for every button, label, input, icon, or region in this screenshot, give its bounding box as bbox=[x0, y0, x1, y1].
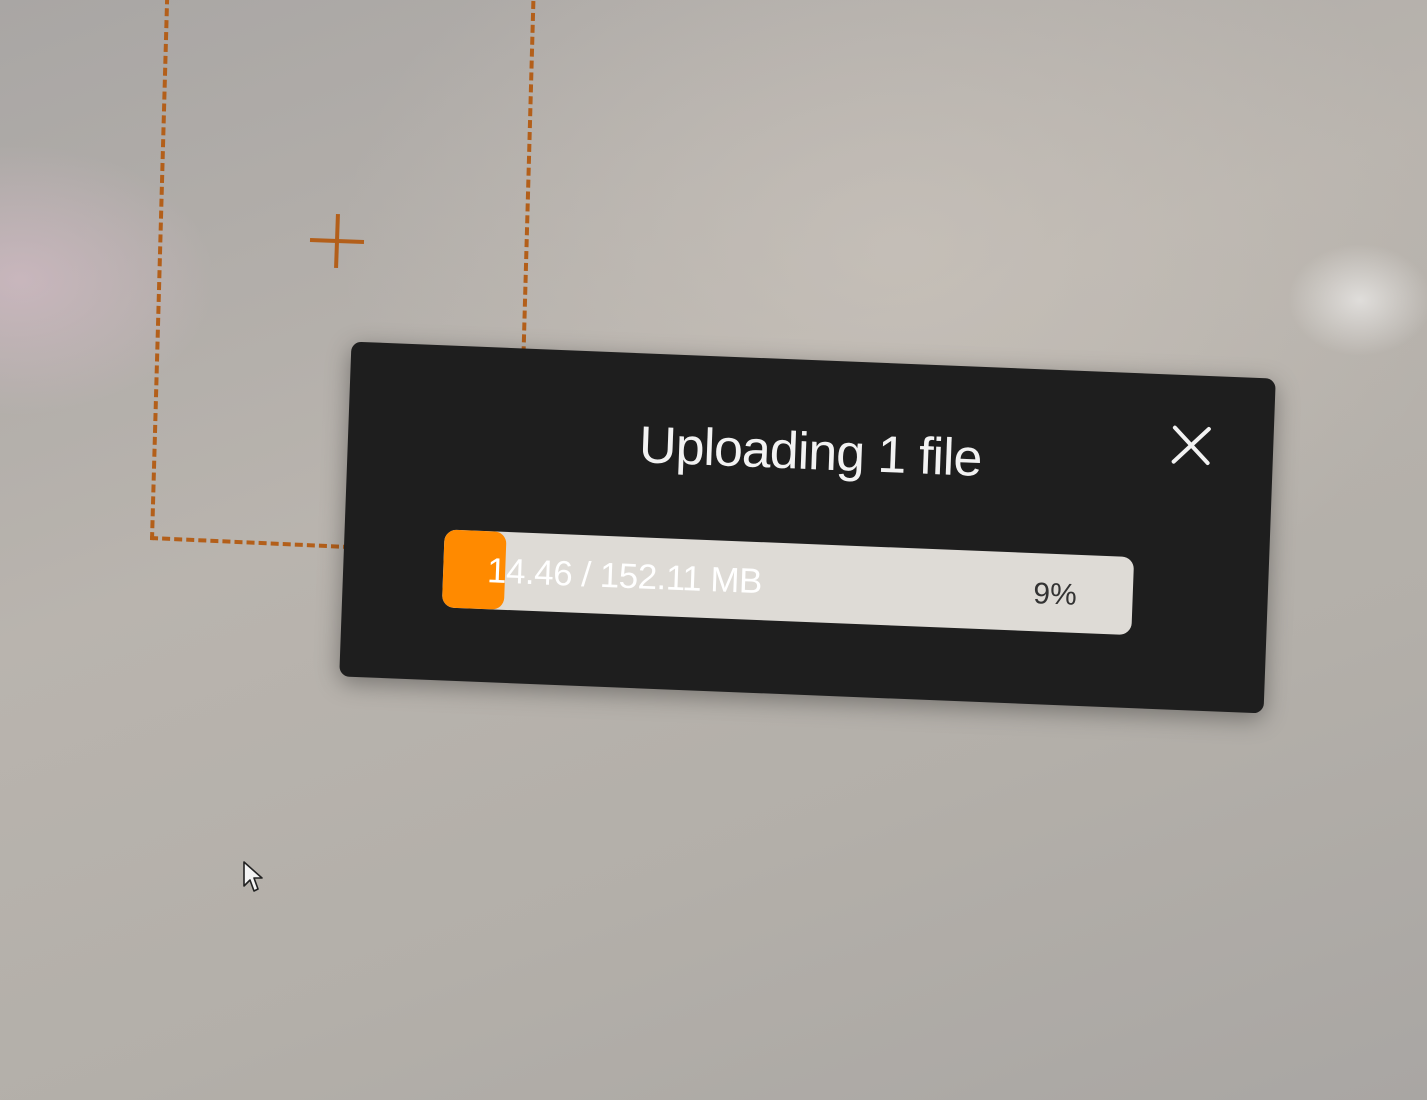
upload-title: Uploading 1 file bbox=[638, 416, 983, 488]
close-icon bbox=[1171, 425, 1211, 466]
plus-icon[interactable] bbox=[309, 213, 365, 269]
upload-size-text: 14.46 / 152.11 MB bbox=[486, 551, 763, 602]
arrow-cursor-icon bbox=[242, 860, 264, 894]
close-button[interactable] bbox=[1168, 422, 1214, 468]
upload-dialog: Uploading 1 file 14.46 / 152.11 MB 9% bbox=[339, 341, 1276, 714]
upload-percent-text: 9% bbox=[1032, 577, 1078, 612]
upload-progress-bar: 14.46 / 152.11 MB 9% bbox=[441, 529, 1135, 636]
